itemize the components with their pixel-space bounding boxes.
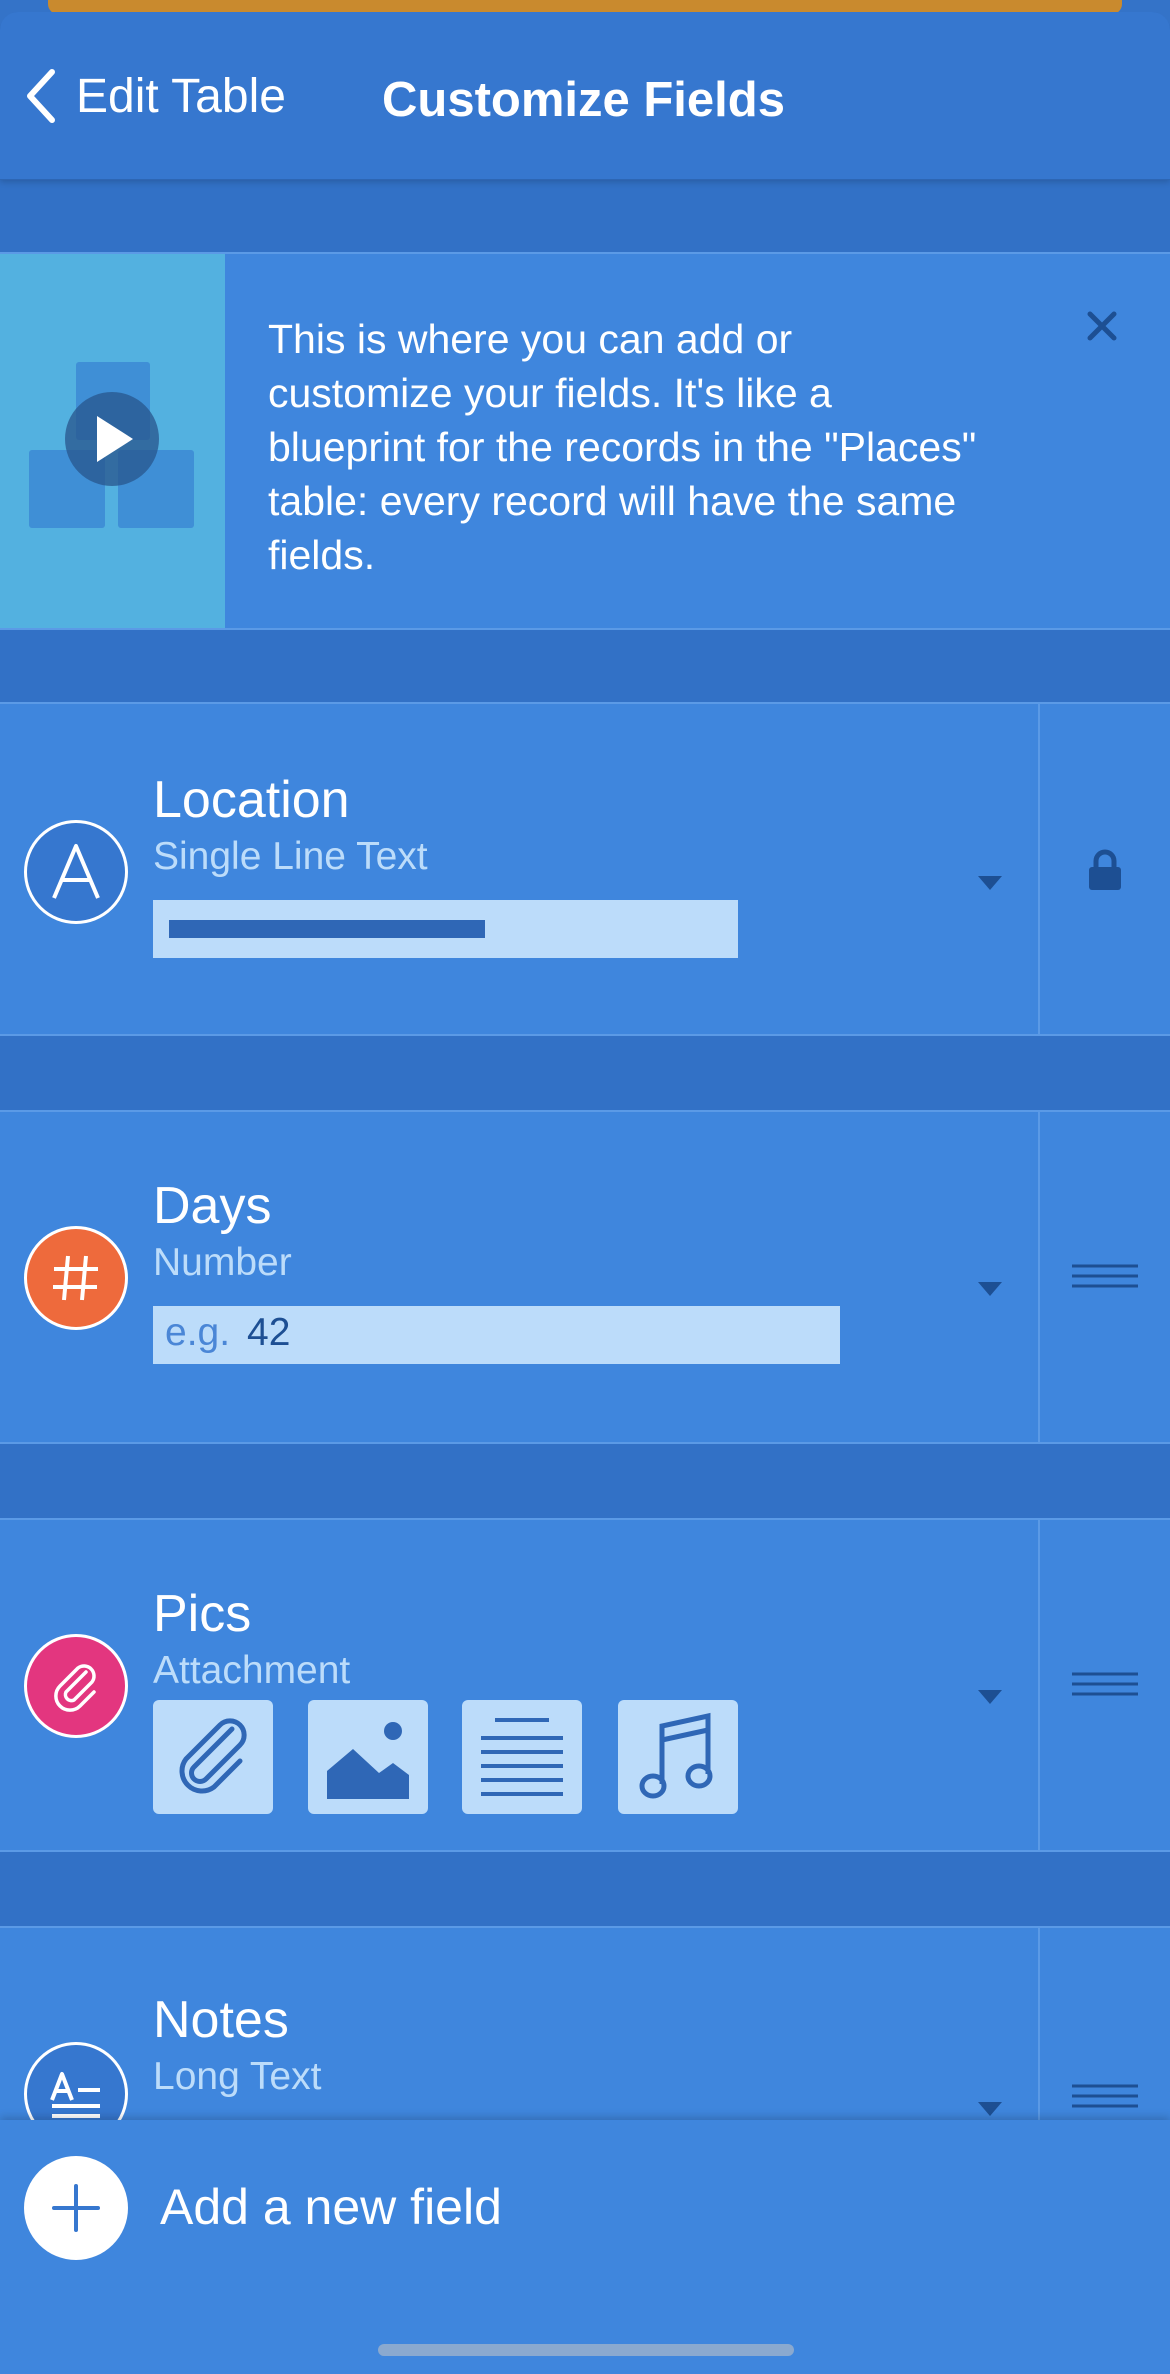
info-card: This is where you can add or customize y… (0, 252, 1170, 630)
drag-handle-icon[interactable] (1072, 1262, 1138, 1290)
music-note-icon (639, 1712, 713, 1799)
navigation-bar: Edit Table Customize Fields (0, 12, 1170, 180)
paperclip-icon (24, 1634, 128, 1738)
field-name: Pics (153, 1585, 252, 1643)
drag-handle-icon[interactable] (1072, 1670, 1138, 1698)
field-side-drag[interactable] (1038, 1112, 1170, 1442)
plus-icon (52, 2184, 100, 2232)
add-field-label[interactable]: Add a new field (160, 2178, 502, 2236)
field-type: Number (153, 1241, 292, 1284)
field-row-location: Location Single Line Text (0, 702, 1170, 1036)
document-icon (481, 1718, 563, 1796)
field-row-days: Days Number e.g. 42 (0, 1110, 1170, 1444)
field-type: Long Text (153, 2055, 322, 2098)
image-icon (327, 1722, 409, 1799)
chevron-down-icon[interactable] (976, 1688, 1004, 1706)
attachment-tile-file (153, 1700, 273, 1814)
placeholder-value: 42 (247, 1311, 291, 1354)
back-button[interactable]: Edit Table (22, 64, 286, 128)
text-preview (153, 900, 738, 958)
attachment-tile-document (462, 1700, 582, 1814)
text-a-icon (24, 820, 128, 924)
paperclip-icon (179, 1718, 247, 1794)
add-field-button[interactable] (24, 2156, 128, 2260)
info-message: This is where you can add or customize y… (268, 316, 977, 578)
chevron-left-icon (27, 69, 55, 123)
field-type: Single Line Text (153, 835, 428, 878)
number-preview: e.g. 42 (153, 1306, 840, 1364)
field-pics-button[interactable]: Pics Attachment (0, 1520, 1038, 1850)
back-label: Edit Table (76, 69, 286, 123)
hash-icon (24, 1226, 128, 1330)
chevron-down-icon[interactable] (976, 874, 1004, 892)
placeholder-prefix: e.g. (165, 1311, 231, 1354)
field-side-drag[interactable] (1038, 1520, 1170, 1850)
chevron-down-icon[interactable] (976, 1280, 1004, 1298)
attachment-tile-image (308, 1700, 428, 1814)
field-days-button[interactable]: Days Number e.g. 42 (0, 1112, 1038, 1442)
field-name: Notes (153, 1991, 289, 2049)
home-indicator (378, 2344, 794, 2356)
close-icon[interactable] (1082, 306, 1122, 346)
chevron-down-icon[interactable] (976, 2100, 1004, 2118)
field-name: Location (153, 771, 350, 829)
add-field-bar: Add a new field (0, 2120, 1170, 2374)
field-location-button[interactable]: Location Single Line Text (0, 704, 1038, 1034)
field-name: Days (153, 1177, 272, 1235)
drag-handle-icon[interactable] (1072, 2082, 1138, 2110)
lock-icon (1089, 849, 1121, 890)
field-type: Attachment (153, 1649, 351, 1692)
tutorial-video-thumbnail[interactable] (0, 254, 225, 628)
text-preview-line (169, 920, 485, 938)
customize-fields-sheet: Edit Table Customize Fields This is wher… (0, 12, 1170, 2374)
screen: Edit Table Customize Fields This is wher… (0, 0, 1170, 2374)
field-row-pics: Pics Attachment (0, 1518, 1170, 1852)
page-title: Customize Fields (382, 73, 785, 127)
attachment-tile-audio (618, 1700, 738, 1814)
field-side-lock (1038, 704, 1170, 1034)
play-icon[interactable] (65, 392, 159, 486)
